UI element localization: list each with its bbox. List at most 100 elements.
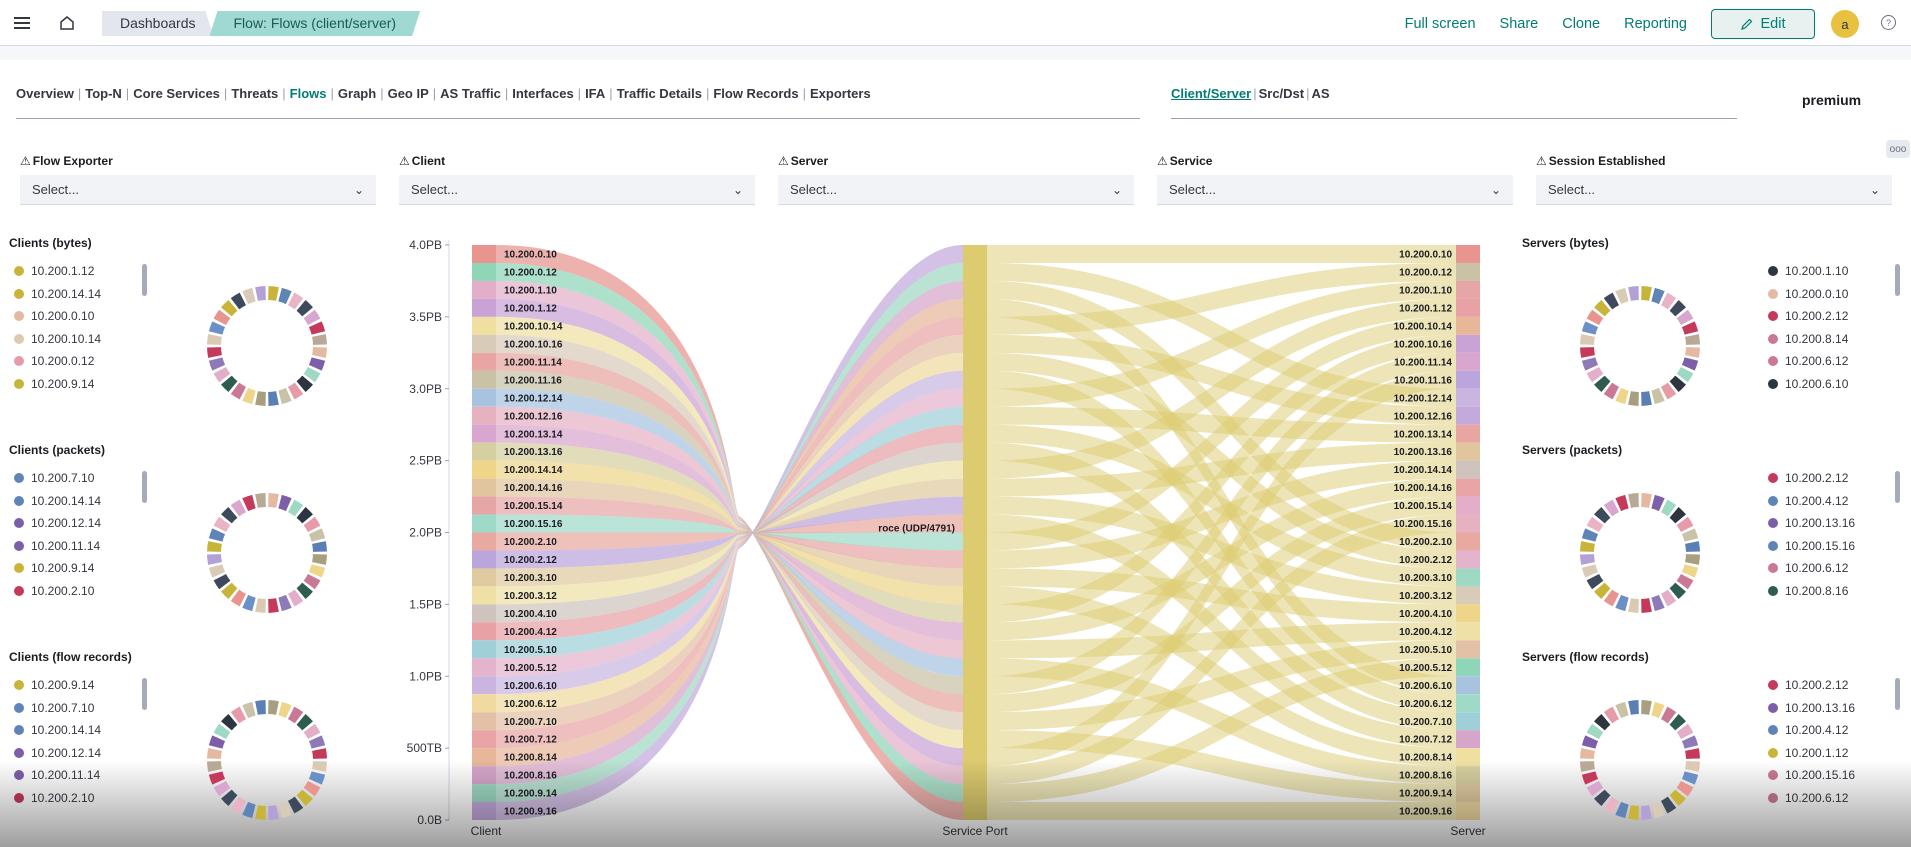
donut-segment[interactable] <box>242 701 256 719</box>
donut-segment[interactable] <box>1581 321 1599 335</box>
donut-segment[interactable] <box>255 493 266 508</box>
server-bar[interactable] <box>1456 586 1480 605</box>
donut-segment[interactable] <box>1581 771 1599 785</box>
client-bar[interactable] <box>472 316 496 335</box>
donut-segment[interactable] <box>255 700 266 715</box>
donut-segment[interactable] <box>1681 771 1699 785</box>
donut-segment[interactable] <box>1581 564 1599 578</box>
donut-segment[interactable] <box>308 771 326 785</box>
server-bar[interactable] <box>1456 604 1480 623</box>
donut-segment[interactable] <box>1615 701 1629 719</box>
client-bar[interactable] <box>472 334 496 353</box>
donut-segment[interactable] <box>208 735 226 749</box>
donut-segment[interactable] <box>1581 528 1599 542</box>
donut-segment[interactable] <box>1641 805 1652 820</box>
donut-segment[interactable] <box>1681 564 1699 578</box>
donut-segment[interactable] <box>312 554 327 565</box>
client-bar[interactable] <box>472 424 496 443</box>
client-bar[interactable] <box>472 622 496 641</box>
server-bar[interactable] <box>1456 370 1480 389</box>
server-bar[interactable] <box>1456 712 1480 731</box>
server-bar[interactable] <box>1456 730 1480 749</box>
donut-segment[interactable] <box>1651 387 1665 405</box>
client-bar[interactable] <box>472 352 496 371</box>
client-bar[interactable] <box>472 550 496 569</box>
server-bar[interactable] <box>1456 352 1480 371</box>
donut-segment[interactable] <box>242 287 256 305</box>
client-bar[interactable] <box>472 676 496 695</box>
client-bar[interactable] <box>472 658 496 677</box>
donut-segment[interactable] <box>1628 700 1639 715</box>
server-bar[interactable] <box>1456 532 1480 551</box>
server-bar[interactable] <box>1456 460 1480 479</box>
client-bar[interactable] <box>472 694 496 713</box>
donut-segment[interactable] <box>255 805 266 820</box>
donut-segment[interactable] <box>1580 761 1595 772</box>
client-bar[interactable] <box>472 262 496 281</box>
server-bar[interactable] <box>1456 676 1480 695</box>
donut-segment[interactable] <box>278 494 292 512</box>
donut-segment[interactable] <box>312 748 327 759</box>
donut-segment[interactable] <box>208 528 226 542</box>
donut-segment[interactable] <box>242 387 256 405</box>
donut-segment[interactable] <box>207 761 222 772</box>
donut-segment[interactable] <box>1628 493 1639 508</box>
server-bar[interactable] <box>1456 406 1480 425</box>
server-bar[interactable] <box>1456 262 1480 281</box>
donut-segment[interactable] <box>242 801 256 819</box>
donut-segment[interactable] <box>1685 347 1700 358</box>
donut-segment[interactable] <box>308 528 326 542</box>
donut-segment[interactable] <box>1685 748 1700 759</box>
donut-segment[interactable] <box>312 761 327 772</box>
donut-segment[interactable] <box>242 494 256 512</box>
client-bar[interactable] <box>472 370 496 389</box>
donut-segment[interactable] <box>278 801 292 819</box>
server-bar[interactable] <box>1456 245 1480 263</box>
client-bar[interactable] <box>472 640 496 659</box>
donut-segment[interactable] <box>278 594 292 612</box>
donut-segment[interactable] <box>242 594 256 612</box>
client-bar[interactable] <box>472 245 496 263</box>
server-bar[interactable] <box>1456 442 1480 461</box>
service-port-bar[interactable] <box>963 245 987 820</box>
donut-segment[interactable] <box>1641 598 1652 613</box>
client-bar[interactable] <box>472 280 496 299</box>
donut-segment[interactable] <box>1651 701 1665 719</box>
donut-segment[interactable] <box>208 357 226 371</box>
client-bar[interactable] <box>472 532 496 551</box>
client-bar[interactable] <box>472 568 496 587</box>
server-bar[interactable] <box>1456 658 1480 677</box>
donut-segment[interactable] <box>255 286 266 301</box>
donut-segment[interactable] <box>308 321 326 335</box>
server-bar[interactable] <box>1456 280 1480 299</box>
donut-segment[interactable] <box>278 387 292 405</box>
donut-segment[interactable] <box>268 391 279 406</box>
donut-segment[interactable] <box>1628 805 1639 820</box>
server-bar[interactable] <box>1456 622 1480 641</box>
donut-segment[interactable] <box>1580 541 1595 552</box>
server-bar[interactable] <box>1456 478 1480 497</box>
donut-segment[interactable] <box>1580 347 1595 358</box>
donut-segment[interactable] <box>1628 286 1639 301</box>
donut-segment[interactable] <box>1685 334 1700 345</box>
donut-segment[interactable] <box>1685 541 1700 552</box>
server-bar[interactable] <box>1456 316 1480 335</box>
donut-segment[interactable] <box>1681 321 1699 335</box>
donut-segment[interactable] <box>1681 357 1699 371</box>
donut-segment[interactable] <box>207 541 222 552</box>
donut-segment[interactable] <box>1651 494 1665 512</box>
donut-segment[interactable] <box>1681 735 1699 749</box>
server-bar[interactable] <box>1456 298 1480 317</box>
server-bar[interactable] <box>1456 388 1480 407</box>
donut-segment[interactable] <box>312 347 327 358</box>
donut-segment[interactable] <box>1641 700 1652 715</box>
donut-segment[interactable] <box>1641 391 1652 406</box>
server-bar[interactable] <box>1456 694 1480 713</box>
donut-segment[interactable] <box>268 493 279 508</box>
client-bar[interactable] <box>472 730 496 749</box>
donut-segment[interactable] <box>1641 493 1652 508</box>
server-bar[interactable] <box>1456 424 1480 443</box>
client-bar[interactable] <box>472 712 496 731</box>
donut-segment[interactable] <box>1615 801 1629 819</box>
donut-segment[interactable] <box>278 287 292 305</box>
